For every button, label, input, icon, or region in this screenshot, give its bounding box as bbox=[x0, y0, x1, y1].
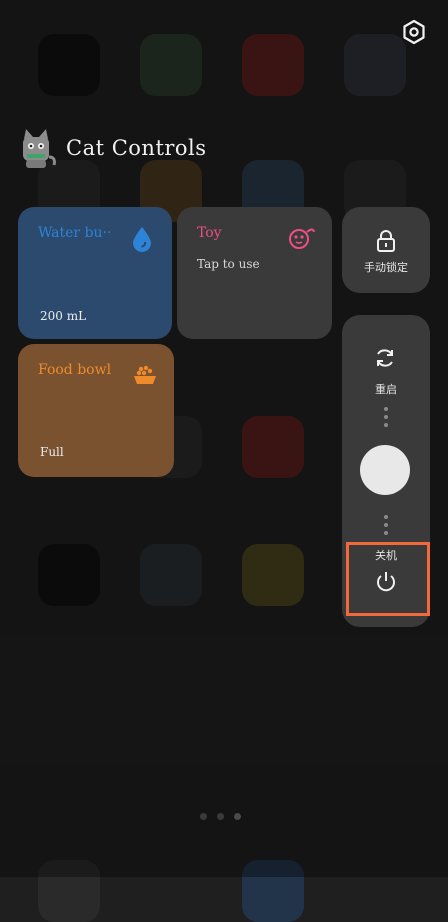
slider-knob[interactable] bbox=[360, 445, 410, 495]
restart-label: 重启 bbox=[375, 383, 397, 396]
water-bowl-card[interactable]: Water bu·· 200 mL bbox=[18, 207, 172, 339]
water-drop-icon bbox=[133, 227, 151, 252]
page-title: Cat Controls bbox=[66, 136, 207, 160]
power-off-highlight bbox=[346, 542, 430, 616]
water-level-value: 200 mL bbox=[40, 309, 87, 323]
restart-icon bbox=[377, 349, 393, 367]
slide-hint-dots bbox=[384, 407, 388, 431]
lock-label: 手动锁定 bbox=[364, 261, 408, 274]
card-subtitle: Tap to use bbox=[197, 257, 260, 271]
slide-hint-dots bbox=[384, 515, 388, 539]
food-level-value: Full bbox=[40, 445, 64, 459]
lock-icon bbox=[377, 230, 395, 252]
cat-app-icon bbox=[23, 129, 56, 168]
gear-icon bbox=[403, 19, 425, 45]
controls-header: Cat Controls bbox=[18, 126, 207, 170]
toy-card[interactable]: Toy Tap to use bbox=[177, 207, 332, 339]
card-title: Water bu·· bbox=[38, 225, 112, 241]
settings-button[interactable] bbox=[400, 18, 428, 46]
yarn-toy-icon bbox=[289, 228, 315, 249]
page-indicator bbox=[200, 813, 241, 820]
lock-tile[interactable]: 手动锁定 bbox=[342, 207, 430, 293]
food-bowl-card[interactable]: Food bowl Full bbox=[18, 344, 174, 477]
food-bowl-icon bbox=[134, 365, 156, 384]
